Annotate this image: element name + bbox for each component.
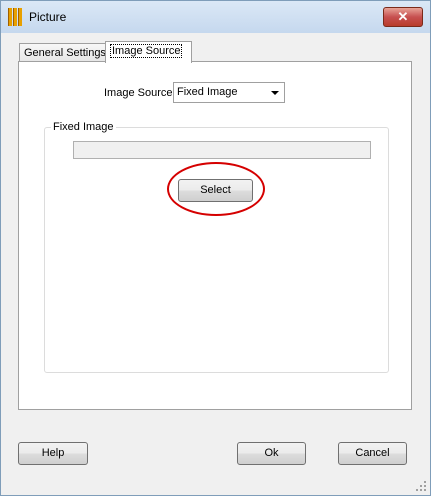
dropdown-arrow-icon	[271, 91, 279, 95]
highlight-annotation	[167, 162, 265, 216]
picture-app-icon	[7, 8, 23, 26]
image-source-label: Image Source	[104, 87, 173, 99]
tab-label: General Settings	[24, 47, 106, 59]
cancel-button[interactable]: Cancel	[338, 442, 407, 465]
image-source-value: Fixed Image	[177, 86, 238, 98]
help-button[interactable]: Help	[18, 442, 88, 465]
picture-dialog: Picture ✕ General Settings Image Source …	[0, 0, 431, 496]
close-icon: ✕	[397, 9, 409, 24]
image-path-field	[73, 141, 371, 159]
tab-general-settings[interactable]: General Settings	[19, 43, 109, 62]
tab-label: Image Source	[110, 44, 183, 58]
window-title: Picture	[29, 10, 67, 24]
fixed-image-group-label: Fixed Image	[51, 121, 116, 133]
image-source-select[interactable]: Fixed Image	[173, 82, 285, 103]
close-button[interactable]: ✕	[383, 7, 423, 27]
resize-grip-icon[interactable]	[415, 480, 427, 492]
ok-button[interactable]: Ok	[237, 442, 306, 465]
tab-image-source[interactable]: Image Source	[105, 41, 192, 63]
title-bar: Picture ✕	[1, 1, 430, 33]
